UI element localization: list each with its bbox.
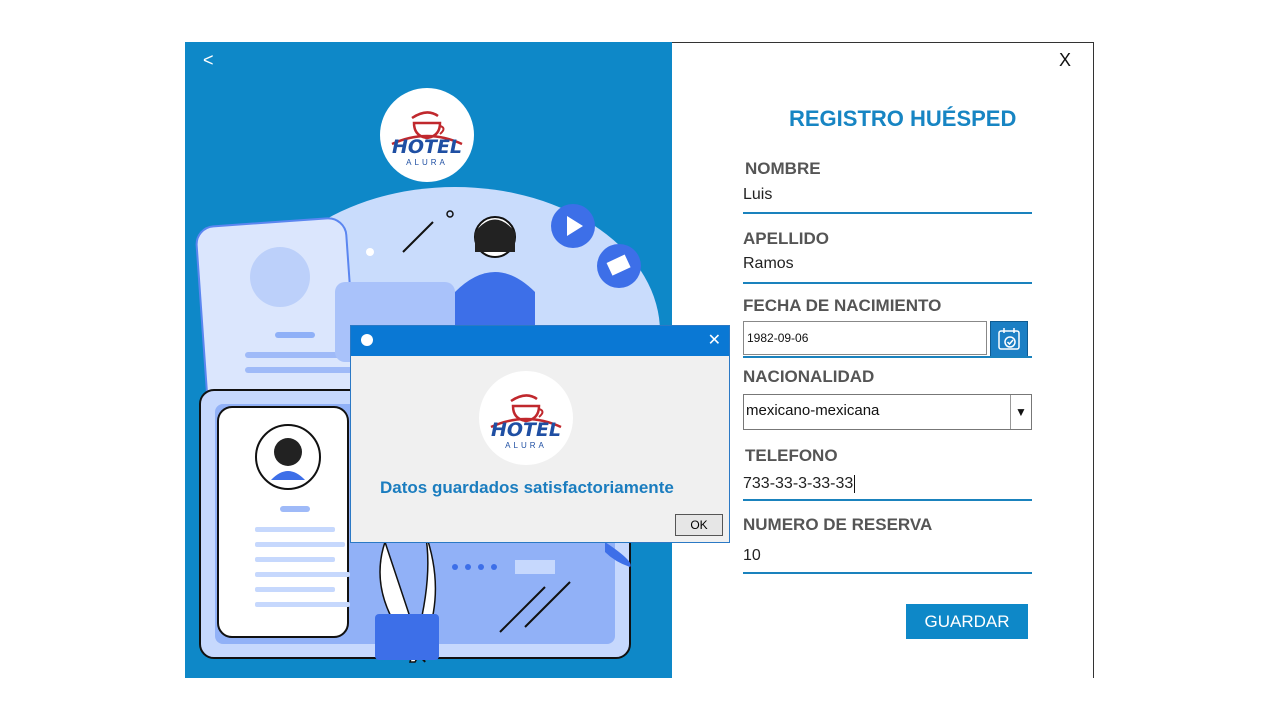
- dialog-message: Datos guardados satisfactoriamente: [380, 478, 674, 497]
- apellido-field[interactable]: Ramos: [743, 255, 794, 273]
- fecha-underline: [743, 356, 1032, 358]
- dialog-titlebar: ✕: [351, 326, 729, 356]
- coffee-cup-icon: [490, 394, 562, 429]
- nacionalidad-selected-value: mexicano-mexicana: [746, 402, 880, 419]
- fecha-label: FECHA DE NACIMIENTO: [743, 296, 942, 315]
- nombre-field[interactable]: Luis: [743, 186, 772, 204]
- page-title: REGISTRO HUÉSPED: [789, 106, 1017, 131]
- coffee-cup-icon: [391, 111, 463, 146]
- ok-button[interactable]: OK: [675, 514, 723, 536]
- hotel-logo: HOTEL ALURA: [380, 88, 474, 182]
- logo-text-alura: ALURA: [505, 441, 547, 450]
- fecha-nacimiento-input[interactable]: 1982-09-06: [743, 321, 987, 355]
- apellido-underline: [743, 282, 1032, 284]
- app-icon: [361, 334, 373, 346]
- reserva-underline: [743, 572, 1032, 574]
- nombre-underline: [743, 212, 1032, 214]
- numero-reserva-field[interactable]: 10: [743, 547, 761, 565]
- dialog-close-button[interactable]: ✕: [708, 330, 721, 350]
- apellido-label: APELLIDO: [743, 229, 829, 248]
- logo-text-alura: ALURA: [406, 158, 448, 167]
- success-dialog: ✕ HOTEL ALURA Datos guardados satisfacto…: [350, 325, 730, 543]
- telefono-underline: [743, 499, 1032, 501]
- calendar-button[interactable]: [990, 321, 1028, 357]
- calendar-icon: [998, 328, 1020, 350]
- chevron-down-icon[interactable]: ▼: [1010, 395, 1031, 429]
- guardar-button[interactable]: GUARDAR: [906, 604, 1028, 639]
- telefono-field[interactable]: 733-33-3-33-33: [743, 475, 856, 493]
- nacionalidad-select[interactable]: mexicano-mexicana ▼: [743, 394, 1032, 430]
- reserva-label: NUMERO DE RESERVA: [743, 515, 933, 534]
- window-border-right: [1093, 42, 1094, 678]
- logo-text-hotel: HOTEL: [490, 419, 562, 441]
- nacionalidad-label: NACIONALIDAD: [743, 367, 875, 386]
- window-border-top: [672, 42, 1094, 43]
- telefono-label: TELEFONO: [745, 446, 838, 465]
- close-window-button[interactable]: X: [1059, 50, 1071, 71]
- logo-text-hotel: HOTEL: [391, 136, 463, 158]
- nombre-label: NOMBRE: [745, 159, 821, 178]
- back-button[interactable]: <: [203, 50, 214, 71]
- dialog-hotel-logo: HOTEL ALURA: [479, 371, 573, 465]
